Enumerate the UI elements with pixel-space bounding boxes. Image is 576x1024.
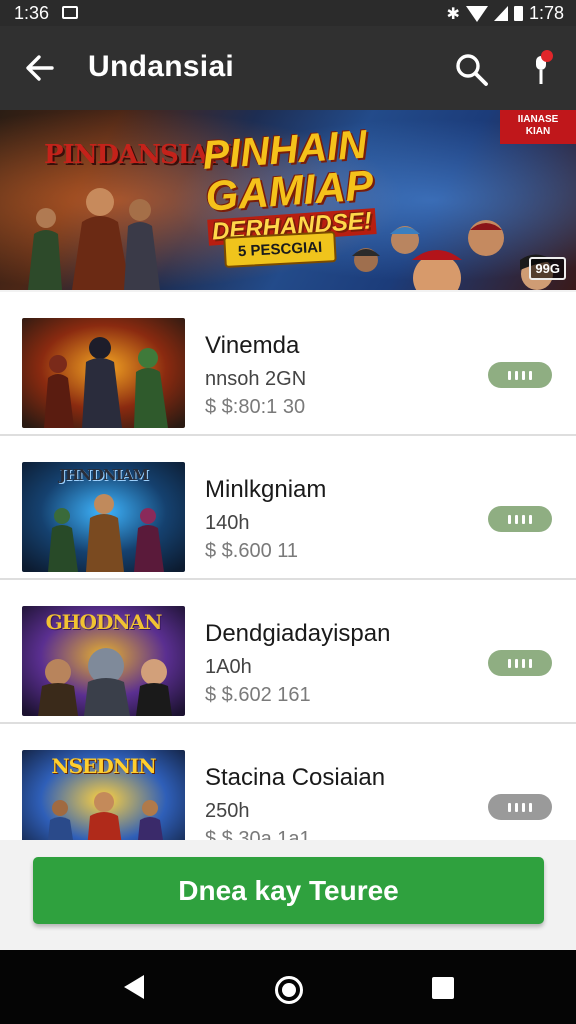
game-thumbnail[interactable] xyxy=(22,318,185,428)
wifi-icon xyxy=(465,5,488,22)
list-item[interactable]: Vinemda nnsoh 2GN $ $:80:1 30 xyxy=(0,292,576,436)
promo-banner[interactable]: PINDANSIAN PINHAIN GAMIAP DERHANDSE! 5 P… xyxy=(0,110,576,290)
game-thumbnail[interactable]: NSEDNIN xyxy=(22,750,185,842)
signal-icon xyxy=(493,6,508,21)
search-icon[interactable] xyxy=(454,52,490,88)
back-arrow-icon[interactable] xyxy=(22,50,58,86)
install-toggle[interactable] xyxy=(488,506,552,532)
nav-recents-icon[interactable] xyxy=(432,977,454,999)
game-meta: 250h xyxy=(205,800,250,822)
install-toggle[interactable] xyxy=(488,650,552,676)
list-item[interactable]: NSEDNIN Stacina Cosiaian 250h $ $.30a 1a… xyxy=(0,724,576,842)
game-title[interactable]: Minlkgniam xyxy=(205,476,326,504)
thumbnail-title: GHODNAN xyxy=(45,610,163,634)
list-item[interactable]: GHODNAN Dendgiadayispan 1A0h $ $.602 161 xyxy=(0,580,576,724)
banner-ribbon: IIANASE KIAN xyxy=(500,110,576,144)
bluetooth-icon: ✱ xyxy=(446,5,460,23)
status-battery-time: 1:78 xyxy=(528,3,564,23)
primary-action-button[interactable]: Dnea kay Teuree xyxy=(33,857,544,924)
game-thumbnail[interactable]: JHNDNIAM xyxy=(22,462,185,572)
banner-tag: 5 PESCGIAI xyxy=(223,231,337,268)
game-price: $ $:80:1 30 xyxy=(205,396,306,418)
thumbnail-title: NSEDNIN xyxy=(51,754,156,778)
game-title[interactable]: Stacina Cosiaian xyxy=(205,764,385,792)
banner-corner-tag: 99G xyxy=(529,257,566,280)
bottom-action-area: Dnea kay Teuree xyxy=(0,840,576,950)
list-item[interactable]: JHNDNIAM Minlkgniam 140h $ $.600 11 xyxy=(0,436,576,580)
game-title[interactable]: Dendgiadayispan xyxy=(205,620,390,648)
banner-headline: PINHAIN GAMIAP DERHANDSE! xyxy=(201,123,377,246)
status-icons: ✱ 1:78 xyxy=(447,3,564,24)
battery-icon xyxy=(513,6,523,21)
game-meta: 1A0h xyxy=(205,656,252,678)
install-toggle[interactable] xyxy=(488,362,552,388)
game-price: $ $.602 161 xyxy=(205,684,311,706)
thumbnail-title: JHNDNIAM xyxy=(59,466,149,484)
mic-icon[interactable] xyxy=(526,48,556,88)
nav-home-icon[interactable] xyxy=(275,976,303,1004)
game-thumbnail[interactable]: GHODNAN xyxy=(22,606,185,716)
install-toggle[interactable] xyxy=(488,794,552,820)
app-bar: Undansiai xyxy=(0,26,576,110)
game-meta: 140h xyxy=(205,512,250,534)
image-notification-icon xyxy=(62,6,78,19)
game-list: Vinemda nnsoh 2GN $ $:80:1 30 JHNDNIAM M… xyxy=(0,292,576,842)
page-title: Undansiai xyxy=(88,50,235,83)
nav-back-icon[interactable] xyxy=(124,975,144,999)
game-meta: nnsoh 2GN xyxy=(205,368,307,390)
game-title[interactable]: Vinemda xyxy=(205,332,299,360)
system-nav-bar xyxy=(0,950,576,1024)
status-bar: 1:36 ✱ 1:78 xyxy=(0,0,576,26)
status-time: 1:36 xyxy=(14,3,50,23)
game-price: $ $.600 11 xyxy=(205,540,299,562)
